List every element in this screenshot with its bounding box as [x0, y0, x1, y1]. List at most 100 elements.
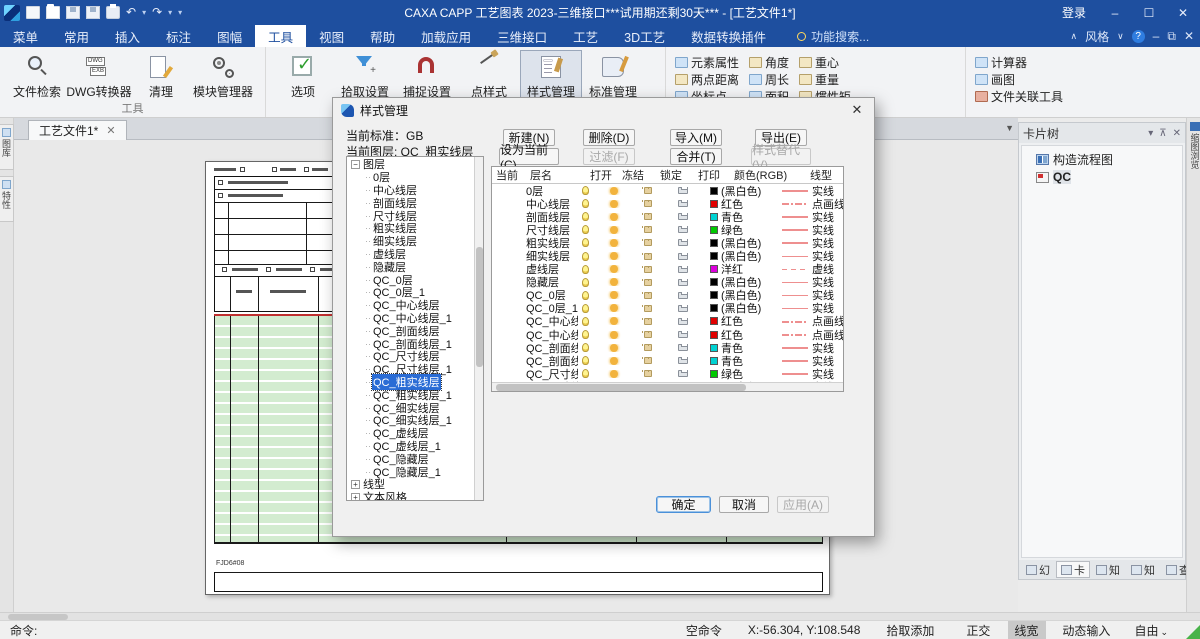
- freeze-icon[interactable]: [610, 278, 618, 286]
- linetype-preview[interactable]: [782, 356, 808, 365]
- command-prompt[interactable]: 命令:: [0, 622, 37, 639]
- freeze-icon[interactable]: [610, 252, 618, 260]
- undo-dropdown-icon[interactable]: ▾: [142, 8, 146, 17]
- lock-icon[interactable]: [644, 266, 652, 273]
- ribbon-small-button[interactable]: 两点距离: [672, 71, 742, 88]
- lock-icon[interactable]: [644, 331, 652, 338]
- column-header[interactable]: 冻结: [618, 167, 656, 183]
- print-layer-icon[interactable]: [678, 279, 688, 286]
- color-swatch[interactable]: [710, 226, 718, 234]
- layer-on-icon[interactable]: [582, 186, 589, 195]
- style-menu[interactable]: 风格: [1085, 28, 1109, 45]
- linetype-preview[interactable]: [782, 278, 808, 287]
- collapse-ribbon-icon[interactable]: ∧: [1070, 31, 1077, 42]
- ribbon-button[interactable]: 选项: [272, 50, 334, 104]
- color-swatch[interactable]: [710, 265, 718, 273]
- layer-on-icon[interactable]: [582, 252, 589, 261]
- left-tab-properties[interactable]: 特性: [0, 176, 14, 222]
- layer-on-icon[interactable]: [582, 238, 589, 247]
- layer-on-icon[interactable]: [582, 199, 589, 208]
- layer-on-icon[interactable]: [582, 304, 589, 313]
- freeze-icon[interactable]: [610, 344, 618, 352]
- tree-node-layer[interactable]: ·· 虚线层: [351, 248, 474, 261]
- status-toggle[interactable]: 动态输入: [1056, 621, 1118, 639]
- layer-on-icon[interactable]: [582, 369, 589, 378]
- column-header[interactable]: 当前: [492, 167, 526, 183]
- tree-scrollbar[interactable]: [474, 157, 483, 500]
- freeze-icon[interactable]: [610, 291, 618, 299]
- ribbon-tab[interactable]: 工艺: [560, 25, 611, 47]
- ribbon-tab[interactable]: 数据转换插件: [678, 25, 779, 47]
- lock-icon[interactable]: [644, 292, 652, 299]
- status-toggle[interactable]: 正交: [960, 621, 998, 639]
- doc-restore-button[interactable]: ⧉: [1167, 29, 1176, 44]
- linetype-preview[interactable]: [782, 199, 808, 208]
- freeze-icon[interactable]: [610, 226, 618, 234]
- linetype-preview[interactable]: [782, 238, 808, 247]
- table-scrollbar[interactable]: [492, 382, 843, 391]
- ribbon-small-button[interactable]: 重量: [796, 71, 854, 88]
- linetype-preview[interactable]: [782, 265, 808, 274]
- tree-node-layers[interactable]: − 图层: [351, 158, 474, 171]
- collapse-icon[interactable]: −: [351, 160, 360, 169]
- document-tab[interactable]: 工艺文件1* ✕: [28, 120, 127, 140]
- document-tab-close-icon[interactable]: ✕: [106, 124, 115, 137]
- set-current-button[interactable]: 设为当前(C): [499, 148, 559, 165]
- maximize-button[interactable]: ☐: [1132, 0, 1166, 25]
- tree-node-layer[interactable]: ·· 细实线层: [351, 235, 474, 248]
- ribbon-small-button[interactable]: 元素属性: [672, 54, 742, 71]
- print-layer-icon[interactable]: [678, 318, 688, 325]
- canvas-hscrollbar[interactable]: [0, 612, 1200, 620]
- tree-node-category[interactable]: + 文本风格: [351, 491, 474, 500]
- color-swatch[interactable]: [710, 357, 718, 365]
- layer-on-icon[interactable]: [582, 356, 589, 365]
- layer-on-icon[interactable]: [582, 330, 589, 339]
- print-layer-icon[interactable]: [678, 331, 688, 338]
- tab-overflow-icon[interactable]: ▼: [1005, 123, 1014, 133]
- doc-minimize-button[interactable]: –: [1153, 29, 1160, 43]
- layer-on-icon[interactable]: [582, 343, 589, 352]
- linetype-preview[interactable]: [782, 330, 808, 339]
- freeze-icon[interactable]: [610, 239, 618, 247]
- customize-toolbar-icon[interactable]: ▾: [178, 8, 182, 17]
- layer-on-icon[interactable]: [582, 317, 589, 326]
- status-toggle[interactable]: 线宽: [1008, 621, 1046, 639]
- ok-button[interactable]: 确定: [656, 496, 711, 513]
- ribbon-tab[interactable]: 三维接口: [484, 25, 560, 47]
- new-file-icon[interactable]: [26, 6, 40, 19]
- ribbon-small-button[interactable]: 周长: [746, 71, 792, 88]
- pick-mode[interactable]: 拾取添加: [886, 622, 934, 639]
- ribbon-button[interactable]: 捕捉设置: [396, 50, 458, 104]
- save-icon[interactable]: [66, 6, 80, 19]
- layer-on-icon[interactable]: [582, 265, 589, 274]
- layer-on-icon[interactable]: [582, 225, 589, 234]
- color-swatch[interactable]: [710, 344, 718, 352]
- freeze-icon[interactable]: [610, 317, 618, 325]
- lock-icon[interactable]: [644, 357, 652, 364]
- print-layer-icon[interactable]: [678, 344, 688, 351]
- chevron-down-icon[interactable]: ▾: [1148, 128, 1153, 139]
- ribbon-small-button[interactable]: 角度: [746, 54, 792, 71]
- linetype-preview[interactable]: [782, 186, 808, 195]
- ribbon-tab[interactable]: 常用: [51, 25, 102, 47]
- lock-icon[interactable]: [644, 344, 652, 351]
- panel-tab[interactable]: 卡: [1056, 561, 1090, 578]
- lock-icon[interactable]: [644, 226, 652, 233]
- print-layer-icon[interactable]: [678, 200, 688, 207]
- color-swatch[interactable]: [710, 291, 718, 299]
- ribbon-tab[interactable]: 插入: [102, 25, 153, 47]
- freeze-icon[interactable]: [610, 187, 618, 195]
- merge-button[interactable]: 合并(T): [670, 148, 722, 165]
- expand-icon[interactable]: +: [351, 493, 360, 500]
- ribbon-button[interactable]: 标准管理: [582, 50, 644, 104]
- ribbon-tab[interactable]: 加载应用: [408, 25, 484, 47]
- lock-icon[interactable]: [644, 305, 652, 312]
- delete-button[interactable]: 删除(D): [583, 129, 635, 146]
- lock-icon[interactable]: [644, 279, 652, 286]
- panel-tab[interactable]: 知: [1091, 561, 1125, 578]
- linetype-preview[interactable]: [782, 252, 808, 261]
- ribbon-small-button[interactable]: 画图: [972, 71, 1066, 88]
- help-icon[interactable]: ?: [1132, 30, 1145, 43]
- card-tree-item[interactable]: QC: [1034, 169, 1180, 185]
- ribbon-button[interactable]: 清理: [130, 50, 192, 104]
